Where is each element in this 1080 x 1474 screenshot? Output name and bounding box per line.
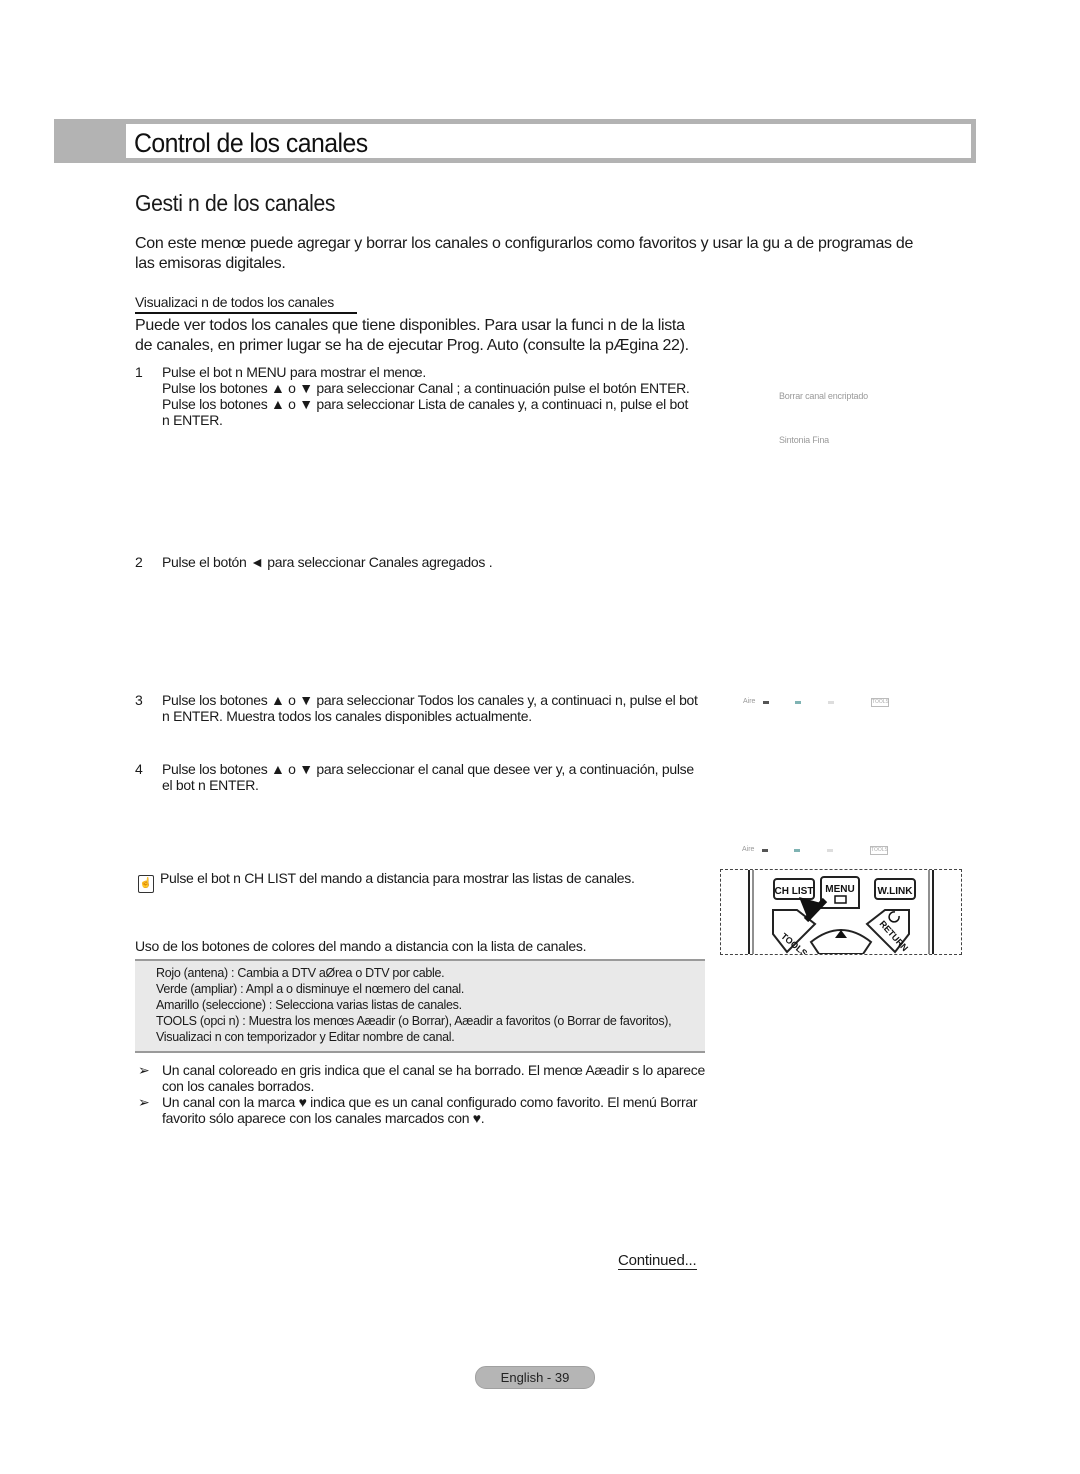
subsection-intro: Puede ver todos los canales que tiene di…: [135, 317, 689, 354]
tip: ➢ Un canal coloreado en gris indica que …: [138, 1062, 718, 1094]
tip-text: Un canal con la marca ♥ indica que es un…: [162, 1094, 698, 1126]
step-body: Pulse el bot n MENU para mostrar el menœ…: [162, 364, 707, 428]
step-body: Pulse los botones ▲ o ▼ para seleccionar…: [162, 692, 707, 724]
menu-label: MENU: [825, 884, 854, 895]
remote-drawing: CH LIST MENU W.LINK TOOLS RETURN: [748, 870, 934, 954]
title-box: Control de los canales: [126, 124, 971, 158]
green-button-swatch: [795, 701, 801, 704]
osd-menu-item-sintonia: Sintonia Fina: [779, 435, 829, 445]
step-line: Pulse los botones ▲ o ▼ para seleccionar…: [162, 692, 698, 724]
tip-text: Un canal coloreado en gris indica que el…: [162, 1062, 705, 1094]
step-line: Pulse los botones ▲ o ▼ para seleccionar…: [162, 761, 694, 793]
tip: ➢ Un canal con la marca ♥ indica que es …: [138, 1094, 718, 1126]
ch-list-button: CH LIST: [773, 878, 815, 900]
color-line-green: Verde (ampliar) : Ampl a o disminuye el …: [156, 982, 465, 996]
tips: ➢ Un canal coloreado en gris indica que …: [138, 1062, 718, 1126]
menu-button: MENU: [820, 876, 860, 909]
color-line-red: Rojo (antena) : Cambia a DTV aØrea o DTV…: [156, 966, 445, 980]
color-buttons-box: Rojo (antena) : Cambia a DTV aØrea o DTV…: [135, 959, 705, 1053]
step-number: 1: [135, 364, 143, 380]
green-button-swatch: [794, 849, 800, 852]
page-title: Control de los canales: [134, 128, 368, 158]
section-title: Gesti n de los canales: [135, 190, 336, 216]
step-number: 3: [135, 692, 143, 708]
step-number: 4: [135, 761, 143, 777]
yellow-button-swatch: [827, 849, 833, 852]
continued-link: Continued...: [618, 1252, 697, 1270]
step-number: 2: [135, 554, 143, 570]
note-text: Pulse el bot n CH LIST del mando a dista…: [160, 870, 635, 886]
subsection-heading: Visualizaci n de todos los canales: [135, 294, 357, 314]
arrow-bullet-icon: ➢: [138, 1062, 150, 1078]
wlink-label: W.LINK: [878, 886, 914, 897]
section-intro: Con este menœ puede agregar y borrar los…: [135, 235, 914, 272]
step-line: Pulse los botones ▲ o ▼ para seleccionar…: [162, 380, 690, 396]
color-buttons-intro: Uso de los botones de colores del mando …: [135, 938, 587, 954]
yellow-button-swatch: [828, 701, 834, 704]
step-line: Pulse el botón ◄ para seleccionar Canale…: [162, 554, 493, 570]
remote-hand-icon: ☝: [138, 875, 154, 893]
color-line-tools: TOOLS (opci n) : Muestra los menœs Aæadi…: [156, 1014, 672, 1028]
osd-legend: Aire TOOLS: [742, 846, 892, 856]
wlink-button: W.LINK: [874, 878, 916, 900]
tools-badge: TOOLS: [871, 698, 889, 707]
note: ☝ Pulse el bot n CH LIST del mando a dist…: [138, 870, 635, 893]
title-bar: Control de los canales: [54, 119, 976, 163]
red-button-swatch: [763, 701, 769, 704]
osd-menu-item-borrar: Borrar canal encriptado: [779, 391, 868, 401]
step-line: Pulse los botones ▲ o ▼ para seleccionar…: [162, 396, 689, 428]
remote-illustration: CH LIST MENU W.LINK TOOLS RETURN: [720, 869, 962, 955]
step-body: Pulse los botones ▲ o ▼ para seleccionar…: [162, 761, 707, 793]
osd-legend: Aire TOOLS: [743, 698, 893, 708]
color-line-tools-cont: Visualizaci n con temporizador y Editar …: [156, 1030, 455, 1044]
arrow-bullet-icon: ➢: [138, 1094, 150, 1110]
step-line: Pulse el bot n MENU para mostrar el menœ…: [162, 364, 426, 380]
color-line-yellow: Amarillo (seleccione) : Selecciona varia…: [156, 998, 462, 1012]
step-body: Pulse el botón ◄ para seleccionar Canale…: [162, 554, 707, 570]
red-button-swatch: [762, 849, 768, 852]
osd-legend-label: Aire: [742, 846, 755, 853]
return-button: RETURN: [865, 909, 910, 954]
tools-badge: TOOLS: [870, 846, 888, 855]
up-arrow-button: [809, 929, 873, 954]
page-number: English - 39: [475, 1366, 595, 1389]
ch-list-label: CH LIST: [775, 886, 814, 897]
osd-legend-label: Aire: [743, 698, 756, 705]
